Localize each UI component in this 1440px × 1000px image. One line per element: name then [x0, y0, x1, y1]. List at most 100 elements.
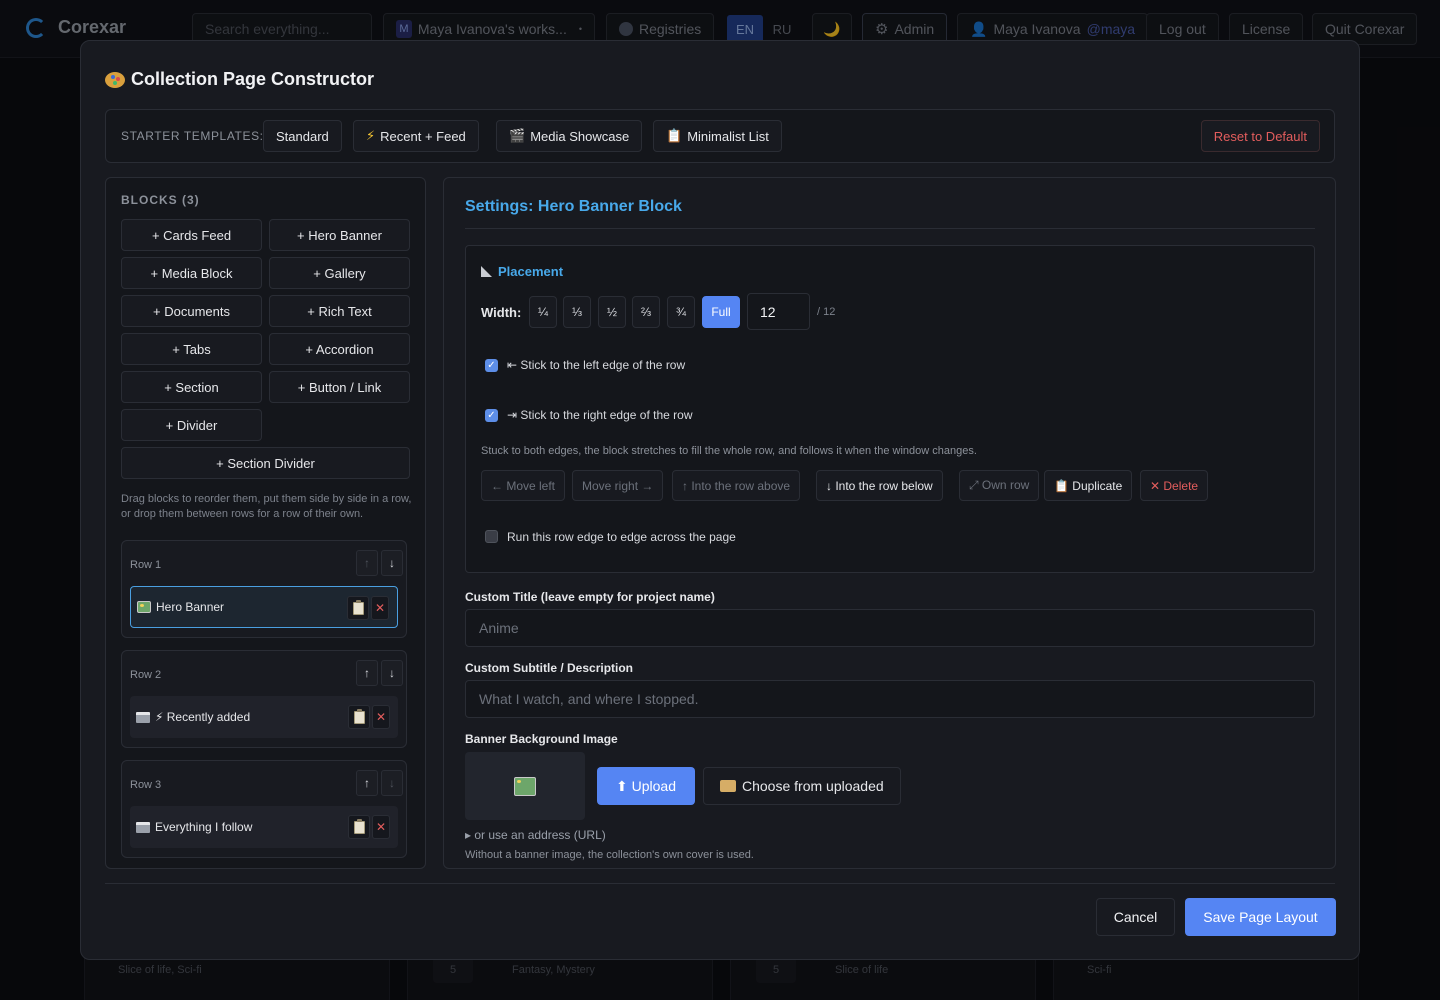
clipboard-icon: [353, 708, 365, 724]
choose-uploaded-button[interactable]: Choose from uploaded: [703, 767, 901, 805]
starter-templates-bar: STARTER TEMPLATES: Standard ⚡ Recent + F…: [105, 109, 1335, 163]
add-documents-button[interactable]: + Documents: [121, 295, 262, 327]
template-standard-button[interactable]: Standard: [263, 120, 342, 152]
delete-button[interactable]: ✕ Delete: [1140, 470, 1209, 501]
add-divider-button[interactable]: + Divider: [121, 409, 262, 441]
settings-title: Settings: Hero Banner Block: [465, 198, 682, 215]
duplicate-block-button[interactable]: [348, 815, 370, 839]
subtitle-label: Custom Subtitle / Description: [465, 661, 634, 675]
width-two-thirds-button[interactable]: ⅔: [632, 296, 660, 328]
into-row-above-button[interactable]: ↑ Into the row above: [672, 470, 801, 501]
ruler-triangle-icon: [481, 266, 492, 277]
move-right-button[interactable]: Move right →: [572, 470, 664, 501]
template-minimalist-list-button[interactable]: 📋 Minimalist List: [653, 120, 782, 152]
image-icon: [137, 601, 151, 613]
width-three-quarters-button[interactable]: ¾: [667, 296, 695, 328]
row-label: Row 2: [130, 669, 162, 681]
layout-row: Row 2 ↑ ↓ ⚡ Recently added ✕: [121, 650, 407, 748]
full-width-row-checkbox[interactable]: [485, 530, 498, 543]
add-section-divider-button[interactable]: + Section Divider: [121, 447, 410, 479]
stick-right-checkbox[interactable]: ✓: [485, 409, 498, 422]
template-label: Minimalist List: [687, 128, 769, 144]
template-recent-feed-button[interactable]: ⚡ Recent + Feed: [353, 120, 479, 152]
duplicate-block-button[interactable]: [348, 705, 370, 729]
custom-title-label: Custom Title (leave empty for project na…: [465, 590, 715, 604]
row-block-item[interactable]: Hero Banner ✕: [130, 586, 398, 628]
dialog-title: Collection Page Constructor: [105, 69, 374, 90]
add-button-link-button[interactable]: + Button / Link: [269, 371, 410, 403]
blocks-panel: BLOCKS (3) + Cards Feed + Hero Banner + …: [105, 177, 426, 869]
duplicate-block-button[interactable]: [347, 596, 369, 620]
block-name: Everything I follow: [155, 820, 253, 834]
row-move-up-button[interactable]: ↑: [356, 770, 378, 796]
width-full-button[interactable]: Full: [702, 296, 740, 328]
delete-block-button[interactable]: ✕: [372, 705, 390, 729]
row-move-down-button[interactable]: ↓: [381, 550, 403, 576]
own-row-button[interactable]: ⤢ Own row: [959, 470, 1040, 501]
template-media-showcase-button[interactable]: 🎬 Media Showcase: [496, 120, 643, 152]
placement-section: Placement Width: ¼ ⅓ ½ ⅔ ¾ Full 12 / 12 …: [465, 245, 1315, 573]
layout-row: Row 3 ↑ ↓ Everything I follow ✕: [121, 760, 407, 858]
choose-uploaded-label: Choose from uploaded: [742, 778, 884, 794]
add-gallery-button[interactable]: + Gallery: [269, 257, 410, 289]
block-name: Hero Banner: [156, 600, 225, 614]
width-columns-input[interactable]: 12: [747, 293, 810, 330]
subtitle-input[interactable]: What I watch, and where I stopped.: [465, 680, 1315, 718]
palette-icon: [105, 71, 125, 88]
stick-left-checkbox[interactable]: ✓: [485, 359, 498, 372]
row-block-item[interactable]: ⚡ Recently added ✕: [130, 696, 398, 738]
add-accordion-button[interactable]: + Accordion: [269, 333, 410, 365]
row-move-up-button[interactable]: ↑: [356, 550, 378, 576]
template-label: Media Showcase: [530, 128, 630, 144]
block-name: ⚡ Recently added: [155, 710, 251, 724]
row-move-up-button[interactable]: ↑: [356, 660, 378, 686]
row-move-down-button[interactable]: ↓: [381, 660, 403, 686]
block-settings-panel: Settings: Hero Banner Block Placement Wi…: [443, 177, 1336, 869]
add-media-block-button[interactable]: + Media Block: [121, 257, 262, 289]
collection-page-constructor-dialog: Collection Page Constructor STARTER TEMP…: [80, 40, 1360, 960]
stick-right-label: ⇥ Stick to the right edge of the row: [507, 408, 693, 422]
save-page-layout-button[interactable]: Save Page Layout: [1185, 898, 1336, 936]
banner-note: Without a banner image, the collection's…: [465, 849, 754, 861]
row-label: Row 3: [130, 779, 162, 791]
reset-to-default-button[interactable]: Reset to Default: [1200, 120, 1320, 152]
templates-label: STARTER TEMPLATES:: [121, 129, 264, 143]
clipboard-icon: [352, 599, 364, 615]
row-label: Row 1: [130, 559, 162, 571]
footer-divider: [105, 883, 1335, 884]
blocks-title: BLOCKS (3): [121, 193, 200, 207]
upload-button[interactable]: ⬆ Upload: [597, 767, 695, 805]
into-row-below-button[interactable]: ↓ Into the row below: [816, 470, 943, 501]
placement-title-text: Placement: [498, 264, 564, 279]
image-placeholder-icon: [514, 776, 536, 796]
add-hero-banner-button[interactable]: + Hero Banner: [269, 219, 410, 251]
template-label: Recent + Feed: [380, 128, 466, 144]
blocks-hint: Drag blocks to reorder them, put them si…: [121, 493, 412, 520]
move-left-button[interactable]: ← Move left: [481, 470, 566, 501]
width-third-button[interactable]: ⅓: [563, 296, 591, 328]
add-rich-text-button[interactable]: + Rich Text: [269, 295, 410, 327]
full-width-row-label: Run this row edge to edge across the pag…: [507, 530, 736, 544]
delete-block-button[interactable]: ✕: [371, 596, 389, 620]
clipboard-icon: 📋: [666, 128, 683, 143]
stick-left-label: ⇤ Stick to the left edge of the row: [507, 358, 686, 372]
lightning-icon: ⚡: [366, 128, 376, 143]
banner-image-preview[interactable]: [465, 752, 585, 820]
add-tabs-button[interactable]: + Tabs: [121, 333, 262, 365]
clapper-icon: [136, 821, 150, 833]
width-half-button[interactable]: ½: [598, 296, 626, 328]
banner-image-label: Banner Background Image: [465, 732, 618, 746]
delete-block-button[interactable]: ✕: [372, 815, 390, 839]
folder-icon: [720, 780, 736, 792]
clapper-icon: [136, 711, 150, 723]
add-section-button[interactable]: + Section: [121, 371, 262, 403]
custom-title-input[interactable]: Anime: [465, 609, 1315, 647]
cancel-button[interactable]: Cancel: [1096, 898, 1175, 936]
row-block-item[interactable]: Everything I follow ✕: [130, 806, 398, 848]
use-url-toggle[interactable]: ▸ or use an address (URL): [465, 828, 606, 842]
divider: [465, 228, 1315, 229]
width-quarter-button[interactable]: ¼: [529, 296, 557, 328]
row-move-down-button[interactable]: ↓: [381, 770, 403, 796]
add-cards-feed-button[interactable]: + Cards Feed: [121, 219, 262, 251]
duplicate-button[interactable]: 📋 Duplicate: [1044, 470, 1133, 501]
